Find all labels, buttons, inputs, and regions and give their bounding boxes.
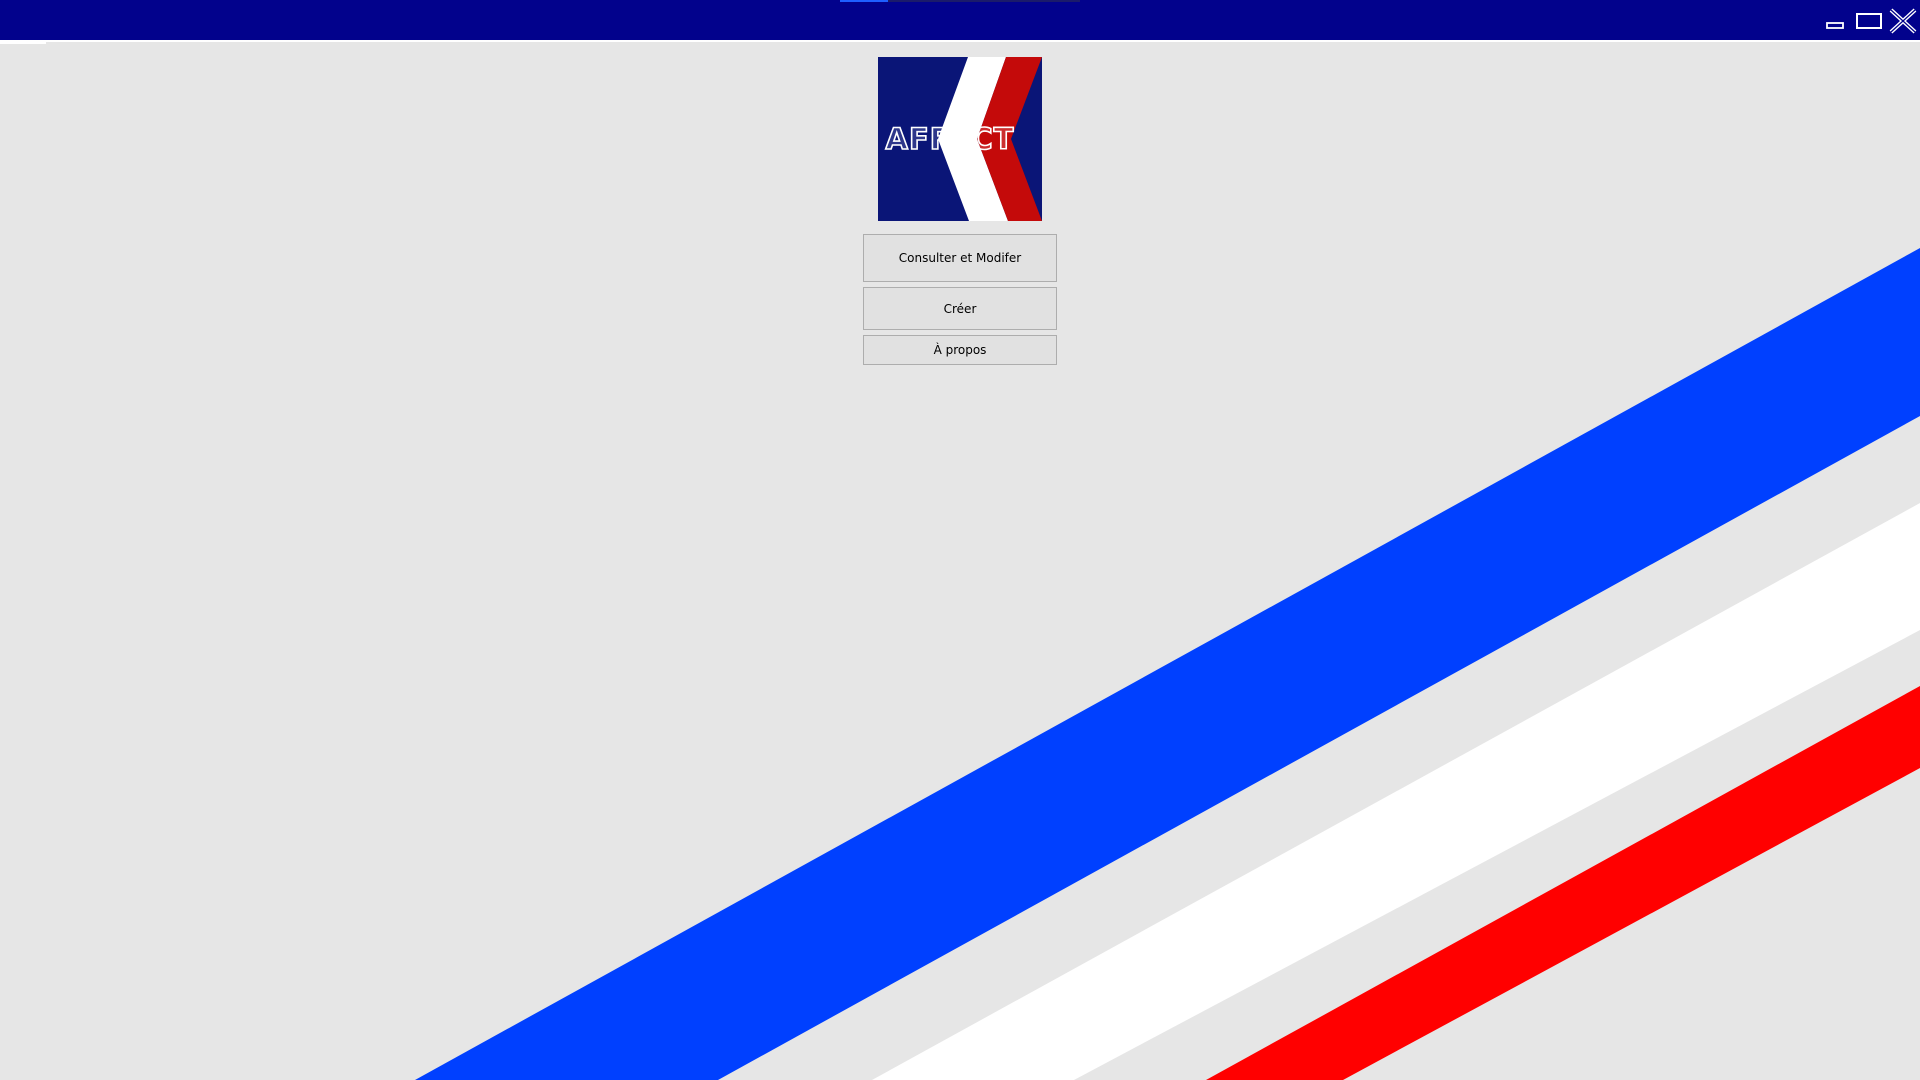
- minimize-button[interactable]: [1818, 1, 1852, 41]
- close-button[interactable]: [1886, 1, 1920, 41]
- title-accent: [840, 0, 888, 2]
- title-accent-dark: [888, 0, 1080, 2]
- affect-logo: AFFECT: [878, 57, 1042, 221]
- minimize-icon: [1826, 22, 1844, 29]
- title-underline: [0, 42, 46, 44]
- create-button[interactable]: Créer: [863, 287, 1057, 330]
- window-controls: [1818, 0, 1920, 42]
- maximize-icon: [1856, 13, 1882, 29]
- about-button[interactable]: À propos: [863, 335, 1057, 365]
- close-icon: [1889, 8, 1917, 34]
- maximize-button[interactable]: [1852, 1, 1886, 41]
- consult-modify-button[interactable]: Consulter et Modifer: [863, 234, 1057, 282]
- title-bar[interactable]: [0, 0, 1920, 42]
- main-window: AFFECT Consulter et Modifer Créer À prop…: [0, 0, 1920, 1080]
- logo-text: AFFECT: [886, 122, 1015, 156]
